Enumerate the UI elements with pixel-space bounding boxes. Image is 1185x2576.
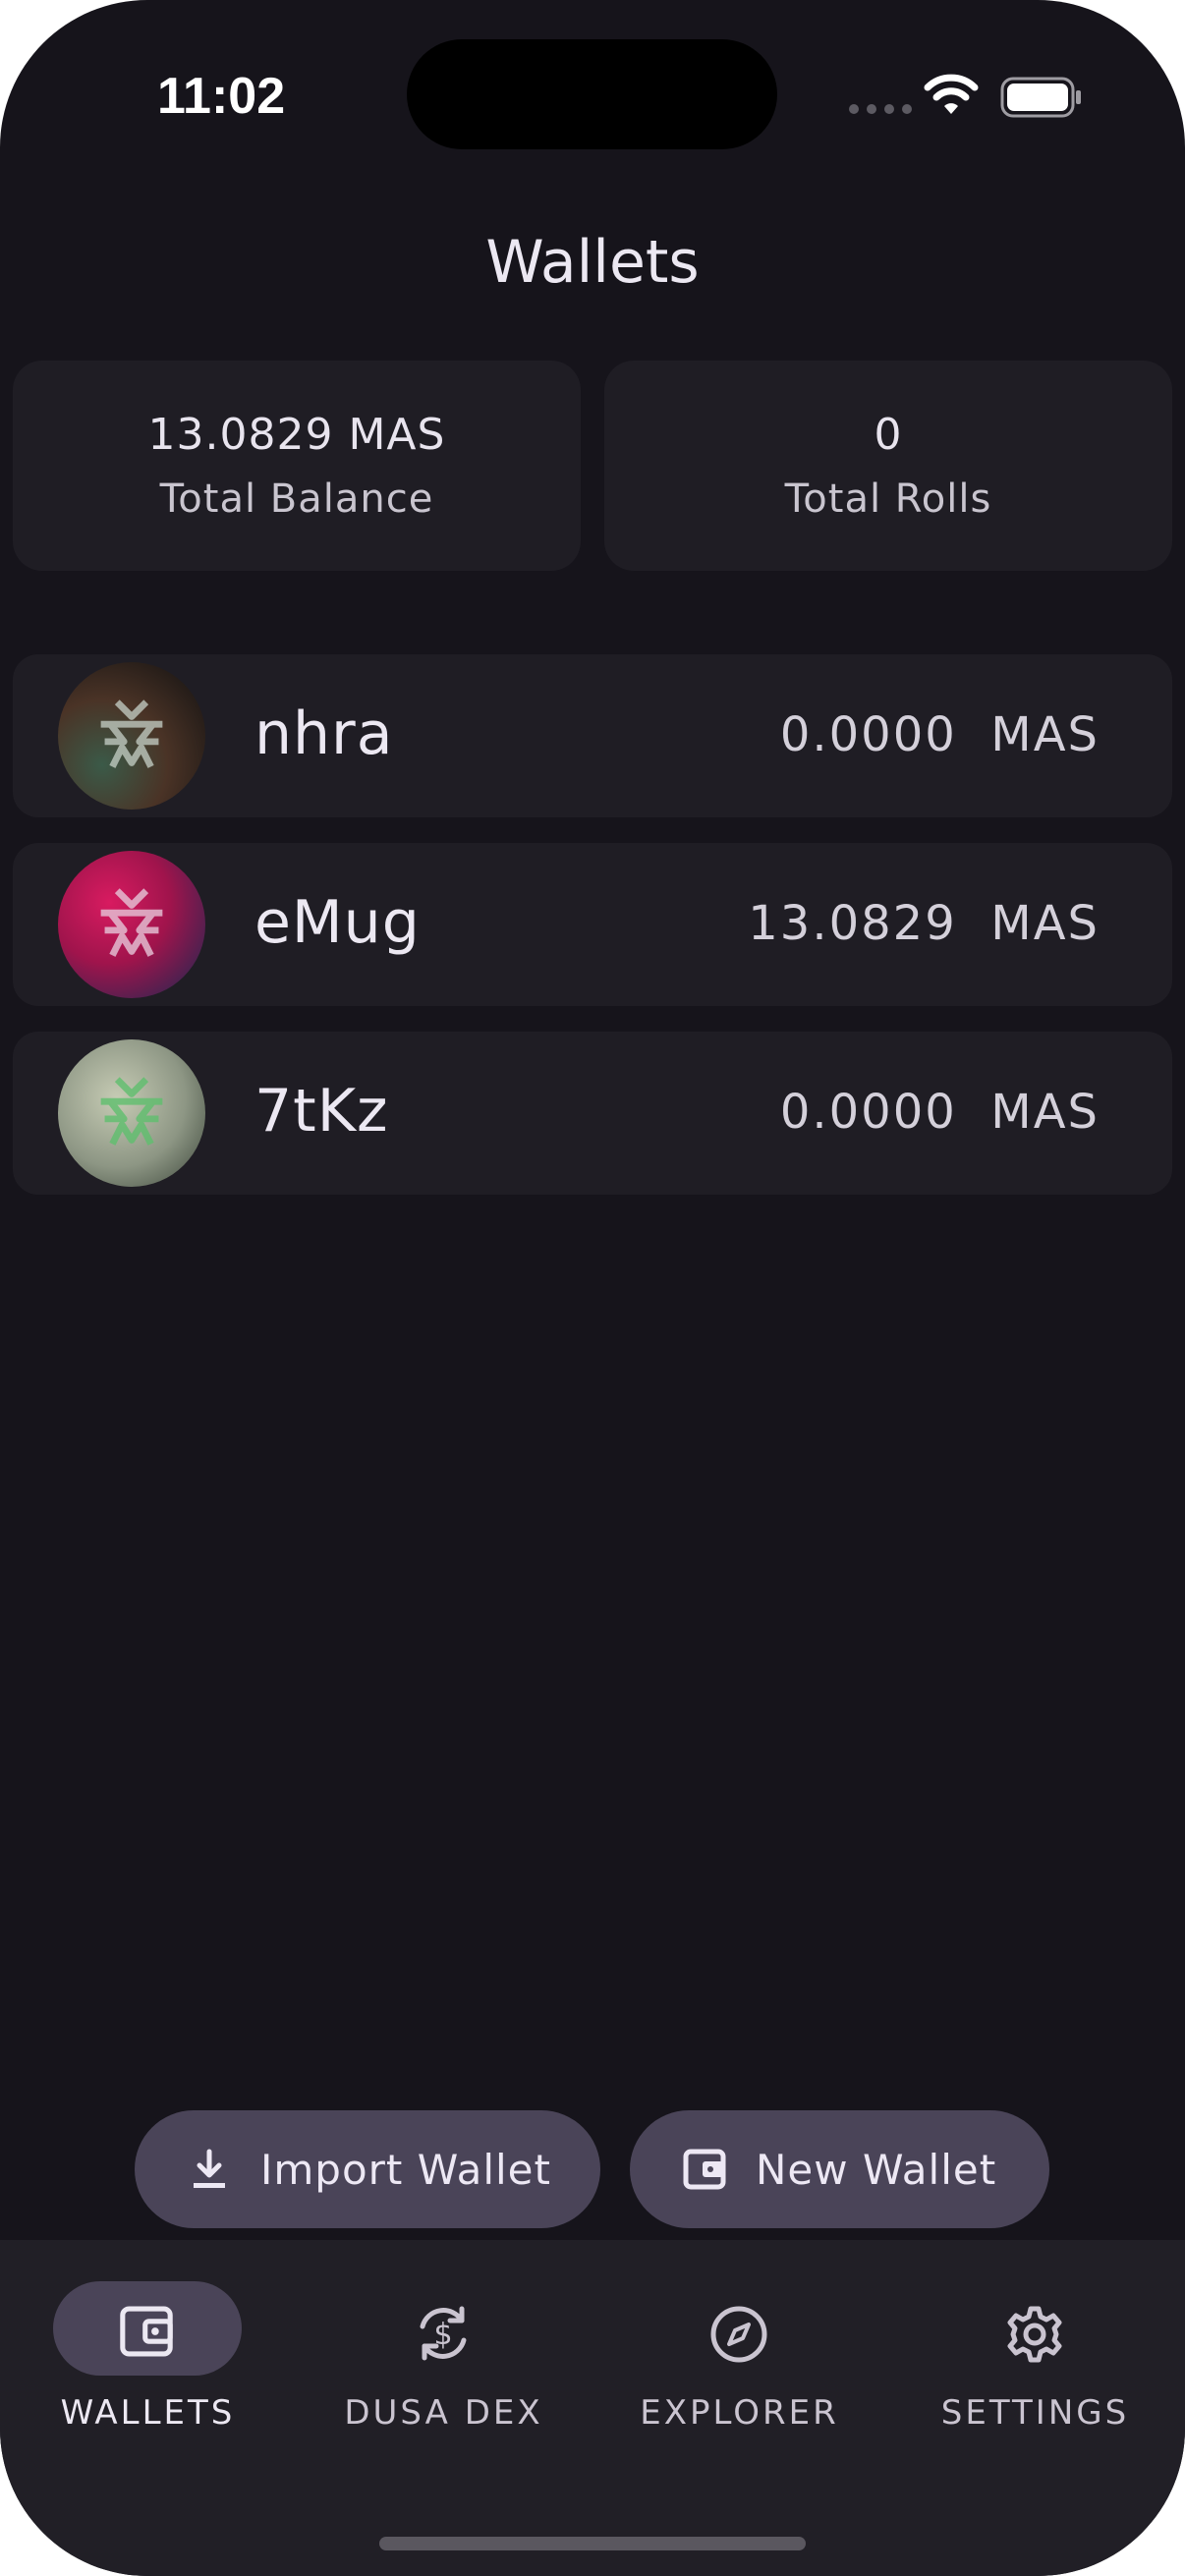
nav-item-wallets[interactable]: WALLETS [0,2240,296,2436]
wallet-icon [683,2149,726,2190]
svg-text:$: $ [433,2318,452,2352]
wallet-row-emug[interactable]: eMug 13.0829 MAS [13,843,1172,1006]
nav-label: DUSA DEX [344,2393,543,2433]
new-wallet-button[interactable]: New Wallet [630,2110,1049,2228]
status-time: 11:02 [157,68,286,125]
nav-item-settings[interactable]: SETTINGS [887,2240,1183,2436]
compass-icon [710,2306,767,2363]
new-wallet-label: New Wallet [756,2145,997,2194]
wallet-name: eMug [254,888,421,957]
download-icon [194,2149,225,2188]
massa-logo-icon [100,700,163,768]
massa-logo-icon [100,1077,163,1146]
nav-label: EXPLORER [640,2393,839,2433]
total-rolls-card: 0 Total Rolls [604,361,1172,571]
total-balance-value: 13.0829 MAS [147,410,446,460]
page-title: Wallets [485,228,700,297]
dynamic-island [407,39,777,149]
wallet-avatar [58,662,205,810]
total-rolls-label: Total Rolls [784,476,992,522]
wallet-name: nhra [254,700,394,768]
nav-item-explorer[interactable]: EXPLORER [592,2240,887,2436]
nav-label: SETTINGS [940,2393,1130,2433]
wallet-name: 7tKz [254,1077,389,1146]
import-wallet-label: Import Wallet [260,2145,551,2194]
import-wallet-button[interactable]: Import Wallet [135,2110,600,2228]
gear-icon [1007,2306,1062,2363]
nav-item-dusa-dex[interactable]: $ DUSA DEX [296,2240,592,2436]
wallet-icon [120,2306,173,2357]
wallet-avatar [58,851,205,998]
currency-exchange-icon: $ [420,2306,467,2361]
bottom-navigation: WALLETS $ DUSA DEX EXPLORER SETTINGS [0,2240,1185,2576]
total-balance-label: Total Balance [159,476,434,522]
home-indicator[interactable] [379,2537,806,2550]
wallet-row-7tkz[interactable]: 7tKz 0.0000 MAS [13,1032,1172,1195]
wallet-balance: 0.0000 MAS [779,707,1100,762]
wallet-balance: 13.0829 MAS [748,896,1100,951]
massa-logo-icon [100,888,163,957]
battery-icon [1000,77,1081,118]
wallet-row-nhra[interactable]: nhra 0.0000 MAS [13,654,1172,817]
total-rolls-value: 0 [874,410,903,460]
phone-screen: 11:02 Wallets 13.0829 MAS Total Balance … [0,0,1185,2576]
wifi-icon [924,74,979,114]
wallet-balance: 0.0000 MAS [779,1085,1100,1140]
total-balance-card: 13.0829 MAS Total Balance [13,361,581,571]
wallet-avatar [58,1039,205,1187]
cellular-signal-icon [849,104,912,114]
nav-label: WALLETS [60,2393,236,2433]
